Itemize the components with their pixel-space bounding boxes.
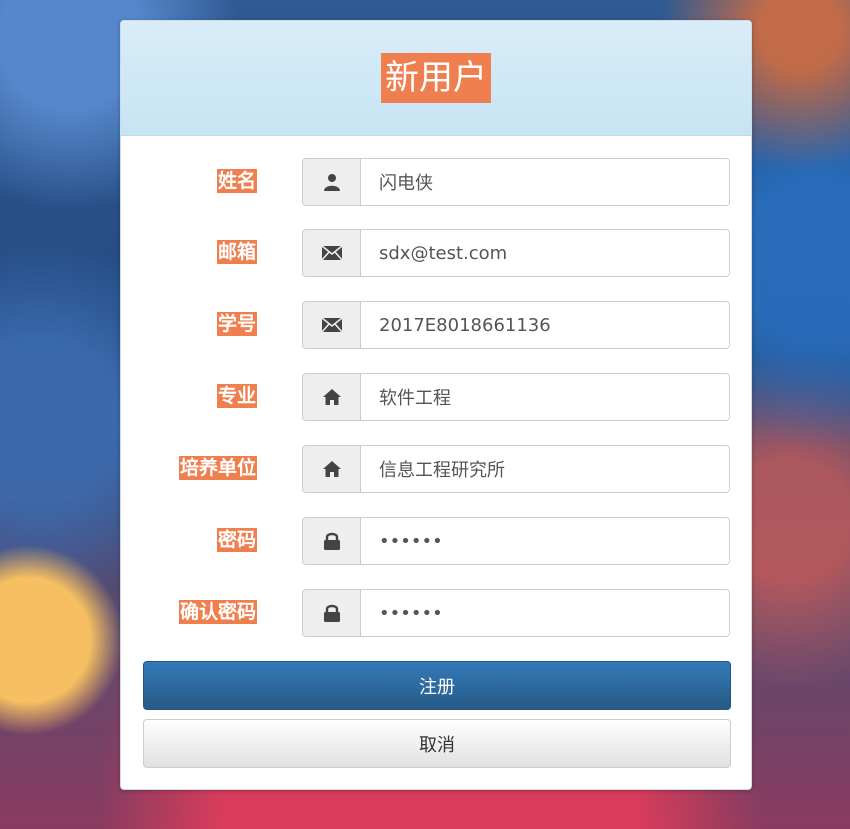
student-id-input[interactable] [361, 302, 729, 348]
email-row: 邮箱 [121, 229, 751, 279]
confirm-password-label: 确认密码 [178, 600, 257, 624]
envelope-icon [303, 230, 361, 276]
confirm-password-input-group [302, 589, 730, 637]
major-input[interactable] [361, 374, 729, 420]
major-input-group [302, 373, 730, 421]
email-input-group [302, 229, 730, 277]
register-panel: 新用户 姓名 邮箱 学号 专业 [120, 20, 752, 790]
name-input[interactable] [361, 159, 729, 205]
email-input[interactable] [361, 230, 729, 276]
name-input-group [302, 158, 730, 206]
register-button[interactable]: 注册 [143, 661, 731, 710]
institute-input-group [302, 445, 730, 493]
confirm-password-row: 确认密码 [121, 589, 751, 639]
password-label: 密码 [216, 528, 257, 552]
institute-row: 培养单位 [121, 445, 751, 495]
student-id-row: 学号 [121, 301, 751, 351]
email-label: 邮箱 [216, 240, 257, 264]
institute-input[interactable] [361, 446, 729, 492]
lock-icon [303, 590, 361, 636]
password-input[interactable] [361, 518, 729, 564]
institute-label: 培养单位 [178, 456, 257, 480]
name-label: 姓名 [216, 169, 257, 193]
password-row: 密码 [121, 517, 751, 567]
cancel-button[interactable]: 取消 [143, 719, 731, 768]
envelope-icon [303, 302, 361, 348]
major-row: 专业 [121, 373, 751, 423]
student-id-label: 学号 [216, 312, 257, 336]
user-icon [303, 159, 361, 205]
panel-header: 新用户 [121, 21, 751, 136]
major-label: 专业 [216, 384, 257, 408]
home-icon [303, 446, 361, 492]
password-input-group [302, 517, 730, 565]
student-id-input-group [302, 301, 730, 349]
confirm-password-input[interactable] [361, 590, 729, 636]
name-row: 姓名 [121, 158, 751, 208]
panel-title: 新用户 [381, 53, 491, 103]
home-icon [303, 374, 361, 420]
lock-icon [303, 518, 361, 564]
